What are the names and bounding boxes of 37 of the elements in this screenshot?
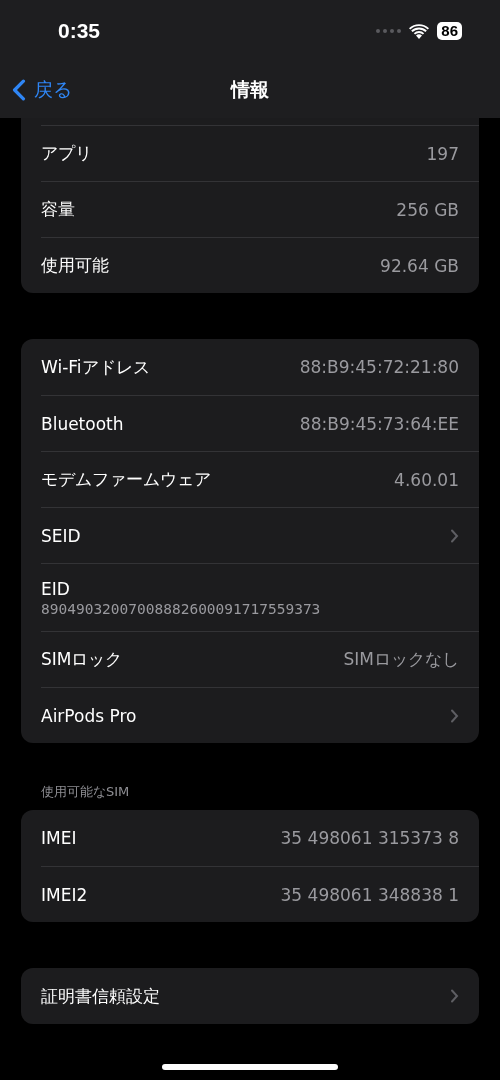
row-label: SIMロック [41,648,123,671]
section-header: 使用可能なSIM [41,783,131,801]
battery-indicator: 86 [437,22,462,40]
row-value: 4.60.01 [394,469,459,490]
row-label: EID [41,578,70,599]
row-value: 88:B9:45:72:21:80 [299,357,459,377]
row-value: 35 498061 315373 8 [280,828,459,848]
row-label: Wi-Fiアドレス [41,355,150,379]
row-value: 92.64 GB [380,255,459,276]
row-label: Bluetooth [41,413,124,434]
back-button[interactable]: 戻る [0,77,72,103]
row-value: SIMロックなし [343,648,459,671]
row-value: 35 498061 348838 1 [280,884,459,905]
chevron-icon [450,528,459,543]
row-label: モデムファームウェア [41,468,211,491]
chevron-icon [450,708,459,723]
signal-icon [376,29,402,33]
settings-row[interactable]: SEID [41,507,479,563]
row-label: IMEI [41,828,77,848]
row-value: 88:B9:45:73:64:EE [299,413,459,434]
chevron-icon [450,989,459,1003]
row-label: IMEI2 [41,884,88,905]
row-value: 197 [426,143,459,164]
row-label: SEID [41,525,81,546]
wifi-icon [409,23,430,39]
page-title: 情報 [231,77,269,102]
row-value: 89049032007008882600091717559373 [41,600,321,617]
status-time: 0:35 [58,19,101,43]
row-label: AirPods Pro [41,705,137,726]
settings-row[interactable]: 証明書信頼設定 [41,968,479,1024]
row-label: 容量 [41,198,75,221]
row-label: 証明書信頼設定 [41,984,160,1008]
settings-row[interactable]: AirPods Pro [41,687,479,743]
row-value: 256 GB [396,199,459,220]
row-label: 使用可能 [41,254,109,277]
back-chevron-icon [12,79,26,101]
row-label: アプリ [41,142,92,165]
